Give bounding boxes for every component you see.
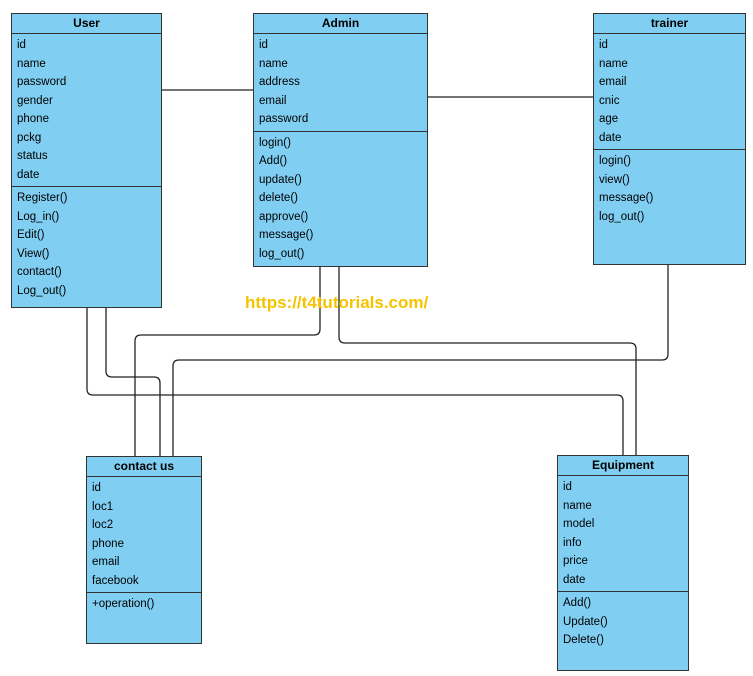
attribute: email — [92, 556, 120, 568]
class-title: Admin — [254, 14, 427, 34]
attribute: name — [563, 499, 592, 512]
attribute: id — [599, 39, 608, 51]
operations: login() Add() update() delete() approve(… — [254, 130, 427, 266]
attribute: name — [599, 57, 628, 70]
operation: login() — [259, 136, 291, 149]
operation: +operation() — [92, 598, 155, 610]
class-contact-us[interactable]: contact us id loc1 loc2 phone email face… — [86, 456, 202, 644]
operation: update() — [259, 173, 302, 186]
operation: log_out() — [599, 210, 645, 223]
operations: Register() Log_in() Edit() View() contac… — [12, 186, 161, 302]
attribute: date — [563, 573, 586, 586]
operation: view() — [599, 173, 630, 186]
attribute: phone — [92, 537, 124, 550]
operations: login() view() message() log_out() — [594, 149, 745, 228]
class-title: User — [12, 14, 161, 34]
operation: approve() — [259, 210, 309, 223]
operation: contact() — [17, 266, 62, 278]
attribute: info — [563, 536, 582, 549]
attribute: password — [259, 113, 309, 125]
attributes: id name password gender phone pckg statu… — [12, 34, 161, 186]
attribute: email — [599, 76, 627, 88]
class-title: contact us — [87, 457, 201, 477]
attribute: name — [17, 57, 46, 70]
attribute: email — [259, 94, 287, 107]
operation: log_out() — [259, 247, 305, 260]
class-user[interactable]: User id name password gender phone pckg … — [11, 13, 162, 308]
operation: Add() — [259, 155, 288, 167]
operation: message() — [259, 229, 314, 241]
watermark: https://t4tutorials.com/ — [245, 293, 429, 312]
attributes: id name email cnic age date — [594, 34, 745, 149]
attribute: name — [259, 57, 288, 70]
operation: delete() — [259, 192, 298, 204]
operations: Add() Update() Delete() — [558, 591, 688, 652]
operations: +operation() — [87, 592, 201, 616]
operation: Register() — [17, 192, 68, 204]
attribute: cnic — [599, 94, 620, 107]
attribute: password — [17, 76, 67, 88]
attribute: id — [563, 481, 572, 493]
attribute: age — [599, 113, 619, 125]
attribute: price — [563, 555, 588, 567]
class-title: trainer — [594, 14, 745, 34]
attribute: pckg — [17, 131, 42, 144]
attribute: loc1 — [92, 500, 114, 513]
attribute: loc2 — [92, 519, 114, 531]
operation: login() — [599, 155, 631, 167]
operation: Add() — [563, 597, 592, 609]
attribute: id — [259, 39, 268, 51]
operation: View() — [17, 247, 50, 260]
attributes: id name model info price date — [558, 476, 688, 591]
attribute: phone — [17, 113, 49, 125]
attribute: id — [17, 39, 26, 51]
assoc-user-contact — [105, 307, 161, 456]
attribute: date — [17, 168, 40, 181]
attributes: id name address email password — [254, 34, 427, 131]
class-admin[interactable]: Admin id name address email password log… — [253, 13, 428, 267]
operation: Log_in() — [17, 210, 60, 223]
attribute: model — [563, 518, 595, 530]
attribute: id — [92, 482, 101, 494]
assoc-user-equipment — [86, 307, 624, 455]
attribute: status — [17, 150, 48, 162]
class-title: Equipment — [558, 456, 688, 476]
attribute: address — [259, 76, 300, 88]
attributes: id loc1 loc2 phone email facebook — [87, 477, 201, 592]
attribute: gender — [17, 94, 53, 107]
class-trainer[interactable]: trainer id name email cnic age date logi… — [593, 13, 746, 265]
operation: message() — [599, 192, 654, 204]
operation: Delete() — [563, 634, 604, 646]
operation: Edit() — [17, 229, 45, 241]
operation: Update() — [563, 615, 608, 628]
attribute: facebook — [92, 574, 139, 587]
class-equipment[interactable]: Equipment id name model info price date … — [557, 455, 689, 671]
attribute: date — [599, 131, 622, 144]
operation: Log_out() — [17, 284, 67, 297]
